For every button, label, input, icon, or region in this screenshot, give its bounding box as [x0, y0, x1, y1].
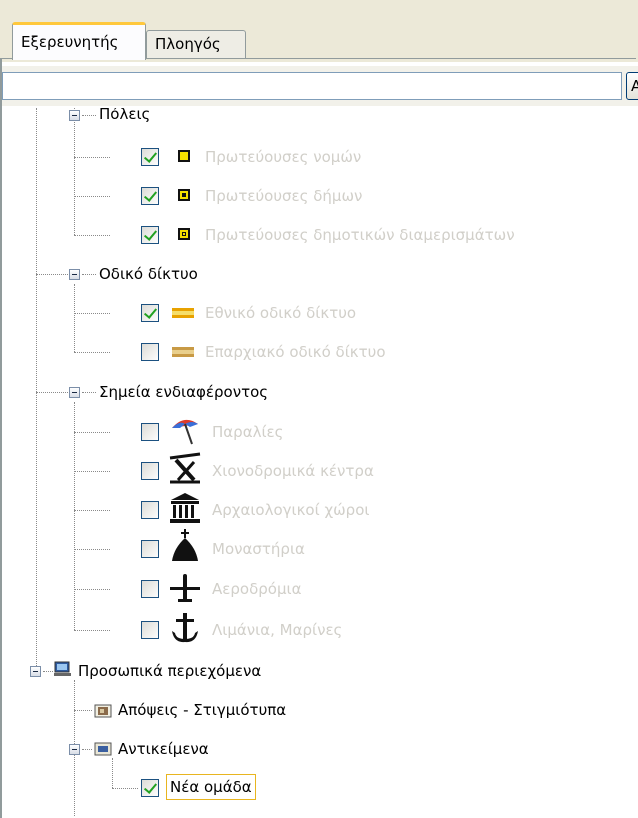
- layer-label-archaeological-sites[interactable]: Αρχαιολογικοί χώροι: [212, 500, 369, 520]
- tree-connector: [74, 313, 110, 314]
- checkbox-municipality-capitals[interactable]: [141, 187, 159, 205]
- checkbox-district-capitals[interactable]: [141, 226, 159, 244]
- group-label-poi[interactable]: Σημεία ενδιαφέροντος: [99, 382, 268, 402]
- tree-connector: [36, 392, 68, 393]
- layer-label-ports-marinas[interactable]: Λιμάνια, Μαρίνες: [212, 620, 342, 640]
- objects-folder-icon: [94, 742, 112, 756]
- beach-umbrella-icon: [172, 419, 198, 445]
- layer-label-provincial-roads[interactable]: Επαρχιακό οδικό δίκτυο: [205, 342, 386, 362]
- layer-label-airports[interactable]: Αεροδρόμια: [212, 579, 301, 599]
- checkbox-beaches[interactable]: [141, 423, 159, 441]
- computer-icon: [54, 661, 71, 676]
- tree-connector: [74, 196, 110, 197]
- collapse-toggle-personal[interactable]: [30, 666, 41, 677]
- checkbox-prefecture-capitals[interactable]: [141, 148, 159, 166]
- collapse-toggle-objects[interactable]: [69, 744, 80, 755]
- layer-label-municipality-capitals[interactable]: Πρωτεύουσες δήμων: [205, 186, 362, 206]
- tab-explorer[interactable]: Εξερευνητής: [12, 22, 146, 60]
- tree-guide-line: [36, 108, 37, 672]
- tree-connector: [36, 274, 68, 275]
- tree-connector: [74, 630, 110, 631]
- layer-label-national-roads[interactable]: Εθνικό οδικό δίκτυο: [205, 303, 356, 323]
- layer-label-prefecture-capitals[interactable]: Πρωτεύουσες νομών: [205, 147, 361, 167]
- anchor-icon: [172, 613, 198, 643]
- node-label-views-snapshots[interactable]: Απόψεις - Στιγμιότυπα: [118, 700, 286, 720]
- node-label-personal-content[interactable]: Προσωπικά περιεχόμενα: [78, 661, 261, 681]
- tree-connector: [43, 671, 53, 672]
- tree-connector: [74, 549, 110, 550]
- tree-connector: [74, 510, 110, 511]
- checkbox-provincial-roads[interactable]: [141, 343, 159, 361]
- tree-guide-line: [112, 758, 113, 788]
- tree-guide-line: [74, 108, 75, 235]
- tree-connector: [82, 115, 96, 116]
- layer-label-ski-resorts[interactable]: Χιονοδρομικά κέντρα: [212, 461, 374, 481]
- layer-tree[interactable]: Πόλεις Πρωτεύουσες νομών Πρωτεύουσες δήμ…: [2, 108, 638, 816]
- tree-connector: [74, 471, 110, 472]
- tab-navigator[interactable]: Πλοηγός: [146, 30, 246, 58]
- tree-guide-line: [74, 402, 75, 630]
- checkbox-airports[interactable]: [141, 580, 159, 598]
- tree-connector: [112, 788, 138, 789]
- checkbox-archaeological-sites[interactable]: [141, 501, 159, 519]
- layer-label-beaches[interactable]: Παραλίες: [212, 422, 283, 442]
- temple-icon: [170, 493, 200, 523]
- checkbox-new-group[interactable]: [141, 779, 159, 797]
- group-label-roads[interactable]: Οδικό δίκτυο: [99, 264, 198, 284]
- checkbox-ski-resorts[interactable]: [141, 462, 159, 480]
- tree-connector: [74, 710, 92, 711]
- layer-label-monasteries[interactable]: Μοναστήρια: [212, 539, 305, 559]
- tree-guide-line: [74, 284, 75, 352]
- snapshot-icon: [94, 704, 112, 718]
- node-label-new-group[interactable]: Νέα ομάδα: [166, 774, 256, 800]
- yellow-square-inner-icon: [178, 228, 190, 240]
- checkbox-monasteries[interactable]: [141, 540, 159, 558]
- tree-connector: [74, 589, 110, 590]
- tree-connector: [74, 352, 110, 353]
- tree-connector: [82, 392, 96, 393]
- checkbox-ports-marinas[interactable]: [141, 621, 159, 639]
- collapse-toggle-roads[interactable]: [69, 269, 80, 280]
- tree-connector: [82, 274, 96, 275]
- monastery-icon: [172, 529, 198, 561]
- search-input[interactable]: [2, 72, 622, 100]
- node-label-objects[interactable]: Αντικείμενα: [118, 739, 209, 759]
- search-bar: Αναζήτηση: [2, 66, 638, 106]
- national-road-icon: [172, 308, 194, 318]
- layer-label-district-capitals[interactable]: Πρωτεύουσες δημοτικών διαμερισμάτων: [205, 225, 515, 245]
- provincial-road-icon: [172, 347, 194, 357]
- ski-lift-icon: [169, 452, 201, 484]
- tree-connector: [74, 432, 110, 433]
- search-button[interactable]: Αναζήτηση: [626, 72, 638, 100]
- checkbox-national-roads[interactable]: [141, 304, 159, 322]
- yellow-square-icon: [178, 150, 190, 162]
- collapse-toggle-cities[interactable]: [69, 110, 80, 121]
- window-top-edge: [0, 0, 638, 15]
- airplane-icon: [170, 574, 200, 602]
- yellow-square-dot-icon: [178, 189, 190, 201]
- collapse-toggle-poi[interactable]: [69, 387, 80, 398]
- group-label-cities[interactable]: Πόλεις: [99, 108, 150, 124]
- tree-connector: [74, 157, 110, 158]
- tree-connector: [82, 749, 92, 750]
- tree-connector: [74, 235, 110, 236]
